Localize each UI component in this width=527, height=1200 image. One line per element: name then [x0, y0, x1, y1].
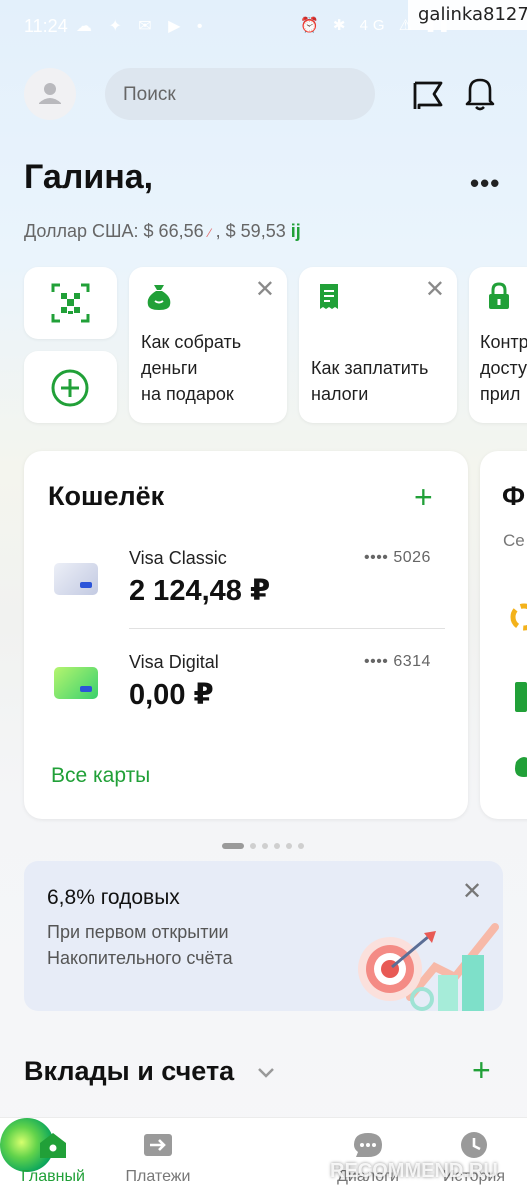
carousel-pager [222, 842, 304, 850]
finance-card-title: Ф [502, 481, 526, 511]
user-icon [39, 83, 61, 104]
finance-icons [510, 603, 527, 777]
add-shortcut-button[interactable] [24, 351, 117, 423]
pager-dot [250, 843, 256, 849]
pager-dot-active [222, 843, 244, 849]
story-title: Как собрать деньги на подарок [141, 332, 242, 404]
savings-promo-banner[interactable]: 6,8% годовых При первом открытии Накопит… [24, 861, 503, 1011]
receipt-icon [320, 284, 338, 309]
home-icon [40, 1133, 66, 1158]
currency-rate[interactable]: Доллар США: $ 66,56 ⁄ , $ 59,53 ij [24, 221, 301, 242]
notification-icons: ☁ ✦ ✉ ▶ • [76, 18, 209, 35]
transfer-icon [144, 1134, 172, 1156]
currency-second-value: , $ 59,53 [215, 221, 286, 241]
chat-icon [354, 1133, 382, 1157]
trend-down-icon: ⁄ [208, 226, 211, 240]
username-watermark: galinka8127 [408, 0, 527, 30]
promo-text: При первом открытии Накопительного счёта [47, 922, 233, 968]
nav-label: Платежи [125, 1168, 191, 1185]
close-icon[interactable]: ✕ [425, 275, 445, 304]
card-balance[interactable]: 2 124,48 ₽ [129, 573, 270, 608]
story-card-app-control[interactable]: Контр досту прил [469, 267, 527, 423]
search-placeholder: Поиск [123, 84, 176, 105]
story-card-gift-money[interactable]: ✕ Как собрать деньги на подарок [129, 267, 287, 423]
target-growth-illustration [358, 923, 499, 1011]
qr-code-icon [51, 283, 90, 323]
promo-title: 6,8% годовых [47, 886, 180, 909]
bell-icon[interactable] [462, 74, 498, 112]
recommend-watermark: RECOMMEND.RU [330, 1160, 498, 1182]
qr-scan-button[interactable] [24, 267, 117, 339]
trend-up-icon: ij [290, 221, 301, 241]
deposits-section-title[interactable]: Вклады и счета [24, 1056, 234, 1087]
bottom-navigation: Главный Платежи Диалоги История [0, 1117, 527, 1200]
finance-card-subtitle: Се [503, 531, 525, 550]
wallet-card: Кошелёк + Visa Classic 2 124,48 ₽ •••• 5… [24, 451, 468, 819]
pager-dot [286, 843, 292, 849]
nav-payments[interactable]: Платежи [108, 1130, 208, 1186]
currency-label: Доллар США: $ 66,56 [24, 221, 204, 241]
divider [129, 628, 445, 629]
visa-classic-card-image [54, 563, 98, 595]
visa-digital-card-image [54, 667, 98, 699]
card-number: •••• 5026 [364, 549, 431, 566]
status-time: 11:24 [24, 16, 68, 36]
close-icon[interactable]: ✕ [462, 877, 482, 906]
pager-dot [262, 843, 268, 849]
greeting-title: Галина, [24, 158, 154, 196]
card-number: •••• 6314 [364, 653, 431, 670]
search-input[interactable]: Поиск [105, 68, 375, 120]
card-name[interactable]: Visa Digital [129, 652, 219, 673]
close-icon[interactable]: ✕ [255, 275, 275, 304]
nav-label: Главный [21, 1168, 85, 1185]
lock-icon [489, 282, 509, 309]
flag-icon[interactable] [410, 76, 446, 112]
plus-circle-icon [51, 369, 89, 407]
all-cards-link[interactable]: Все карты [51, 764, 150, 788]
money-bag-icon [147, 285, 171, 310]
card-name[interactable]: Visa Classic [129, 548, 227, 569]
more-options-icon[interactable]: ••• [470, 168, 500, 199]
chevron-down-icon[interactable] [256, 1066, 276, 1080]
add-deposit-button[interactable]: + [472, 1052, 491, 1089]
pager-dot [274, 843, 280, 849]
avatar[interactable] [24, 68, 76, 120]
story-card-taxes[interactable]: ✕ Как заплатить налоги [299, 267, 457, 423]
finance-card[interactable]: Ф Се [480, 451, 527, 819]
story-title: Контр досту прил [480, 332, 527, 404]
add-card-button[interactable]: + [414, 479, 433, 516]
wallet-title: Кошелёк [48, 481, 165, 511]
pager-dot [298, 843, 304, 849]
card-balance[interactable]: 0,00 ₽ [129, 677, 214, 712]
clock-icon [461, 1132, 487, 1158]
story-title: Как заплатить налоги [311, 358, 429, 404]
nav-home[interactable]: Главный [3, 1130, 103, 1186]
